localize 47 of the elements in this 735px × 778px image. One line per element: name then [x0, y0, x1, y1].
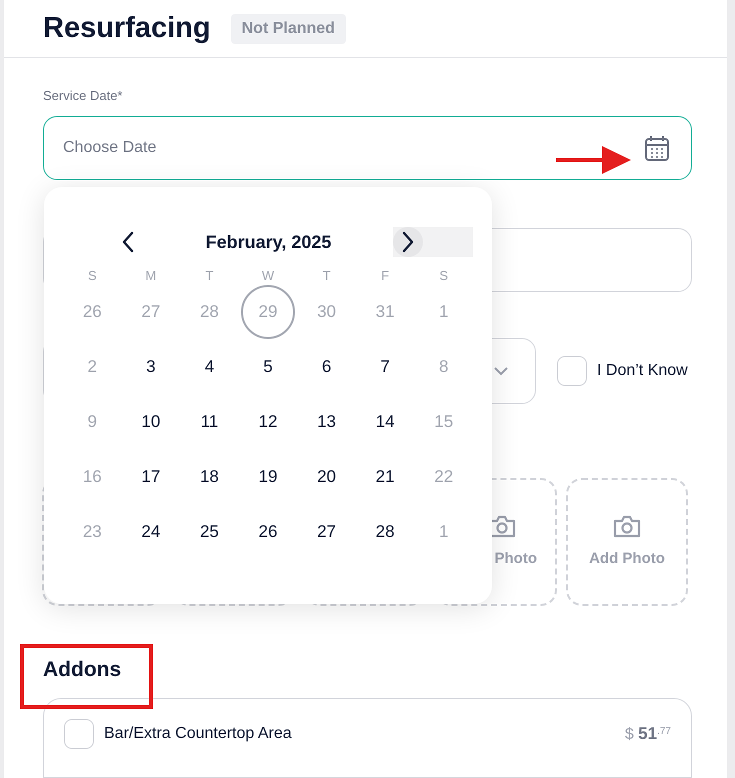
weekday-label: F [380, 268, 390, 284]
calendar-day[interactable]: 11 [182, 394, 236, 448]
weekday-label: S [86, 268, 98, 284]
calendar-day[interactable]: 13 [300, 394, 354, 448]
calendar-day[interactable]: 12 [240, 394, 295, 448]
date-field[interactable]: Choose Date [43, 116, 692, 180]
calendar-day[interactable]: 18 [182, 450, 236, 504]
calendar-day[interactable]: 6 [300, 340, 354, 394]
field-label: Service Date* [43, 88, 124, 104]
calendar-day[interactable]: 28 [358, 504, 412, 558]
weekday-label: M [144, 268, 158, 284]
add-photo-label: Photo [494, 548, 537, 569]
checkbox[interactable] [64, 719, 94, 749]
checkbox[interactable] [557, 356, 587, 386]
calendar-day[interactable]: 20 [300, 450, 354, 504]
weekday-label: W [260, 268, 276, 284]
weekday-label: T [322, 268, 332, 284]
add-photo-label: Add Photo [589, 548, 665, 569]
status-badge: Not Planned [230, 14, 346, 44]
calendar-day[interactable]: 10 [124, 394, 178, 448]
calendar-day[interactable]: 4 [182, 340, 236, 394]
weekday-label: S [438, 268, 450, 284]
addon-name: Bar/Extra Countertop Area [104, 724, 293, 744]
calendar-day[interactable]: 24 [124, 504, 178, 558]
calendar-day[interactable]: 19 [240, 450, 295, 504]
calendar-day[interactable]: 5 [240, 340, 295, 394]
calendar-day[interactable]: 26 [240, 504, 295, 558]
calendar-day[interactable]: 25 [182, 504, 236, 558]
calendar-day[interactable]: 27 [300, 504, 354, 558]
camera-icon [613, 514, 641, 538]
calendar-day[interactable]: 7 [358, 340, 412, 394]
next-month-button[interactable] [393, 227, 473, 257]
weekday-label: T [204, 268, 214, 284]
addon-price: $ 51$^{.77}$ [624, 723, 671, 745]
calendar-day[interactable]: 17 [124, 450, 178, 504]
calendar-day[interactable]: 14 [358, 394, 412, 448]
month-title: February, 2025 [204, 230, 332, 254]
page-title: Resurfacing [43, 10, 211, 46]
section-title: Addons [43, 658, 122, 682]
calendar-icon[interactable] [644, 134, 670, 162]
chevron-down-icon [493, 366, 509, 376]
addon-row[interactable]: Bar/Extra Countertop Area $ 51$^{.77}$ [43, 698, 692, 778]
checkbox-label: I Don’t Know [597, 361, 688, 381]
chevron-right-icon [401, 231, 415, 253]
calendar-day[interactable]: 21 [358, 450, 412, 504]
chevron-left-icon [121, 231, 135, 253]
calendar-day[interactable]: 3 [124, 340, 178, 394]
